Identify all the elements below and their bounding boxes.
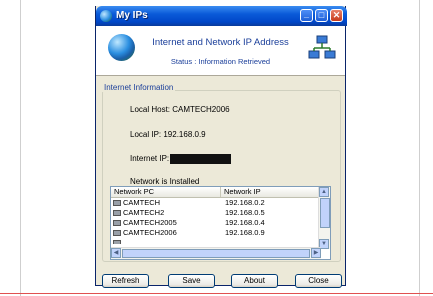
my-ips-window: My IPs _ □ ✕ Internet and Network IP Add… xyxy=(95,6,347,288)
network-ip-value: 192.168.0.2 xyxy=(225,198,265,207)
network-pc-name: CAMTECH2005 xyxy=(123,218,177,227)
header-panel: Internet and Network IP Address Status :… xyxy=(96,26,345,76)
computer-icon xyxy=(113,220,121,226)
list-item[interactable]: CAMTECH2005 192.168.0.4 xyxy=(111,218,321,228)
network-pc-name: CAMTECH2 xyxy=(123,208,165,217)
horizontal-scrollbar[interactable]: ◀ ▶ xyxy=(111,247,321,259)
internet-ip-row: Internet IP: xyxy=(130,154,232,164)
page-divider-left xyxy=(20,0,21,296)
internet-ip-label: Internet IP: xyxy=(130,154,170,164)
minimize-button[interactable]: _ xyxy=(300,9,313,22)
close-button[interactable]: Close xyxy=(295,274,342,288)
network-pc-name: CAMTECH xyxy=(123,198,161,207)
scroll-up-arrow-icon[interactable]: ▲ xyxy=(319,187,329,197)
network-computers-icon xyxy=(308,35,336,59)
internet-ip-redacted xyxy=(170,154,232,164)
group-title: Internet Information xyxy=(102,83,176,92)
local-host-text: Local Host: CAMTECH2006 xyxy=(130,105,230,114)
vertical-scrollbar[interactable]: ▲ ▼ xyxy=(318,187,330,249)
computer-icon xyxy=(113,230,121,236)
network-pc-name: CAMTECH2006 xyxy=(123,228,177,237)
list-header: Network PC Network IP xyxy=(111,187,321,198)
close-icon: ✕ xyxy=(332,10,341,20)
refresh-button[interactable]: Refresh xyxy=(102,274,149,288)
title-bar[interactable]: My IPs _ □ ✕ xyxy=(96,6,347,26)
close-window-button[interactable]: ✕ xyxy=(330,9,343,22)
window-title: My IPs xyxy=(116,10,148,21)
list-item[interactable]: CAMTECH 192.168.0.2 xyxy=(111,198,321,208)
about-button[interactable]: About xyxy=(231,274,278,288)
scroll-left-arrow-icon[interactable]: ◀ xyxy=(111,248,121,258)
computer-icon xyxy=(113,200,121,206)
page-divider-right xyxy=(419,0,420,296)
list-item-partial[interactable] xyxy=(111,238,321,244)
list-item[interactable]: CAMTECH2006 192.168.0.9 xyxy=(111,228,321,238)
maximize-icon: □ xyxy=(318,10,325,20)
save-button[interactable]: Save xyxy=(168,274,215,288)
network-pc-list[interactable]: Network PC Network IP CAMTECH 192.168.0.… xyxy=(110,186,331,260)
network-status-text: Network is Installed xyxy=(130,177,200,186)
scroll-right-arrow-icon[interactable]: ▶ xyxy=(311,248,321,258)
network-ip-value: 192.168.0.4 xyxy=(225,218,265,227)
column-header-network-ip[interactable]: Network IP xyxy=(221,187,321,197)
page-bottom-line xyxy=(0,293,433,294)
list-item[interactable]: CAMTECH2 192.168.0.5 xyxy=(111,208,321,218)
app-icon xyxy=(100,10,112,22)
vertical-scroll-thumb[interactable] xyxy=(320,198,330,228)
computer-icon xyxy=(113,240,121,244)
horizontal-scroll-thumb[interactable] xyxy=(122,249,310,258)
local-ip-text: Local IP: 192.168.0.9 xyxy=(130,130,206,139)
maximize-button[interactable]: □ xyxy=(315,9,328,22)
network-ip-value: 192.168.0.5 xyxy=(225,208,265,217)
minimize-icon: _ xyxy=(303,9,309,19)
computer-icon xyxy=(113,210,121,216)
network-ip-value: 192.168.0.9 xyxy=(225,228,265,237)
column-header-network-pc[interactable]: Network PC xyxy=(111,187,221,197)
